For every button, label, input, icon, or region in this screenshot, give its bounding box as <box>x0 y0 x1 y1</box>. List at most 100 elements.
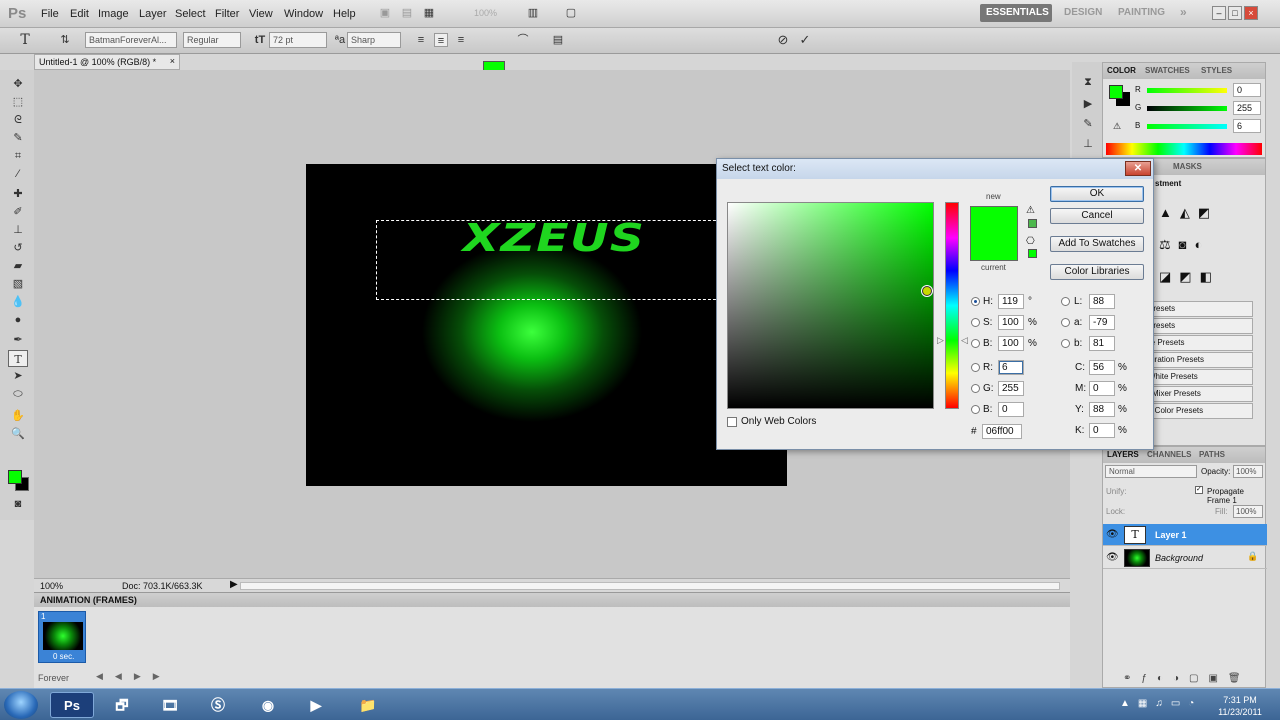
taskbar-clock[interactable]: 7:31 PM 11/23/2011 <box>1210 694 1270 718</box>
crop-tool-icon[interactable]: ⌗ <box>8 148 28 165</box>
path-select-tool-icon[interactable]: ➤ <box>8 368 28 385</box>
adjustment-icons-row-1[interactable]: ▲◭◩ <box>1159 205 1218 221</box>
black-field[interactable]: 0 <box>1089 423 1115 438</box>
character-panel-icon[interactable]: ▤ <box>551 33 565 47</box>
extras-icon[interactable]: ▦ <box>422 6 436 20</box>
tab-styles[interactable]: STYLES <box>1201 66 1232 75</box>
red-field[interactable]: 6 <box>998 360 1024 375</box>
text-orientation-icon[interactable]: ⇅ <box>58 33 72 47</box>
taskbar-explorer-icon[interactable]: 🗗 <box>100 692 144 718</box>
brightness-field[interactable]: 100 <box>998 336 1024 351</box>
tab-layers[interactable]: LAYERS <box>1107 450 1139 459</box>
frame-delay[interactable]: 0 sec. <box>53 652 74 661</box>
playback-controls-icon[interactable]: ◀◀▶▶ <box>96 671 172 682</box>
ok-button[interactable]: OK <box>1050 186 1144 202</box>
align-center-icon[interactable]: ≡ <box>434 33 448 47</box>
cancel-button[interactable]: Cancel <box>1050 208 1144 224</box>
start-button[interactable] <box>4 691 38 719</box>
menu-file[interactable]: File <box>41 8 59 20</box>
menu-edit[interactable]: Edit <box>70 8 89 20</box>
history-brush-tool-icon[interactable]: ↺ <box>8 240 28 257</box>
color-picker-marker[interactable] <box>922 286 932 296</box>
font-size-field[interactable]: 72 pt <box>269 32 327 48</box>
brightness-radio[interactable] <box>971 339 980 348</box>
mini-bridge-icon[interactable]: ▤ <box>400 6 414 20</box>
lasso-tool-icon[interactable]: ᘓ <box>8 112 28 129</box>
yellow-field[interactable]: 88 <box>1089 402 1115 417</box>
history-panel-icon[interactable]: ⧗ <box>1078 74 1098 91</box>
foreground-color-swatch[interactable] <box>8 470 22 484</box>
visibility-eye-icon[interactable]: 👁 <box>1106 552 1119 563</box>
propagate-checkbox[interactable]: ✓ <box>1195 486 1203 494</box>
antialias-select[interactable]: Sharp <box>347 32 401 48</box>
screen-mode-icon[interactable]: ▢ <box>564 6 578 20</box>
eyedropper-tool-icon[interactable]: ⁄ <box>8 166 28 183</box>
cancel-edits-icon[interactable]: ⊘ <box>776 33 790 47</box>
preset-item[interactable]: re Presets <box>1143 335 1253 351</box>
tab-channels[interactable]: CHANNELS <box>1147 450 1191 459</box>
align-right-icon[interactable]: ≡ <box>454 33 468 47</box>
move-tool-icon[interactable]: ✥ <box>8 76 28 93</box>
preset-item[interactable]: Presets <box>1143 318 1253 334</box>
preset-item[interactable]: l Mixer Presets <box>1143 386 1253 402</box>
magenta-field[interactable]: 0 <box>1089 381 1115 396</box>
hex-field[interactable]: 06ff00 <box>982 424 1022 439</box>
cyan-field[interactable]: 56 <box>1089 360 1115 375</box>
taskbar-folder-icon[interactable]: 📁 <box>346 692 390 718</box>
lab-b-field[interactable]: 81 <box>1089 336 1115 351</box>
preset-item[interactable]: White Presets <box>1143 369 1253 385</box>
channel-g-slider[interactable] <box>1147 106 1227 111</box>
tab-masks[interactable]: MASKS <box>1173 162 1202 171</box>
align-left-icon[interactable]: ≡ <box>414 33 428 47</box>
document-canvas[interactable]: XZEUS <box>306 164 787 486</box>
zoom-level[interactable]: 100% <box>474 8 497 18</box>
fill-field[interactable]: 100% <box>1233 505 1263 518</box>
status-zoom[interactable]: 100% <box>40 581 63 591</box>
zoom-tool-icon[interactable]: 🔍 <box>8 426 28 443</box>
menu-select[interactable]: Select <box>175 8 206 20</box>
close-button[interactable]: × <box>1244 6 1258 20</box>
add-to-swatches-button[interactable]: Add To Swatches <box>1050 236 1144 252</box>
animation-frame[interactable]: 1 0 sec. <box>38 611 86 663</box>
channel-r-value[interactable]: 0 <box>1233 83 1261 97</box>
opacity-field[interactable]: 100% <box>1233 465 1263 478</box>
actions-panel-icon[interactable]: ▶ <box>1078 96 1098 113</box>
hue-radio[interactable] <box>971 297 980 306</box>
lab-l-radio[interactable] <box>1061 297 1070 306</box>
workspace-design[interactable]: DESIGN <box>1058 4 1108 22</box>
color-spectrum-ramp[interactable] <box>1106 143 1262 155</box>
green-field[interactable]: 255 <box>998 381 1024 396</box>
minimize-button[interactable]: – <box>1212 6 1226 20</box>
marquee-tool-icon[interactable]: ⬚ <box>8 94 28 111</box>
layer-name[interactable]: Background <box>1155 553 1203 563</box>
tool-presets-icon[interactable]: ✎ <box>1078 116 1098 133</box>
blur-tool-icon[interactable]: 💧 <box>8 294 28 311</box>
taskbar-player-icon[interactable]: ▶ <box>294 692 338 718</box>
hue-arrow-left-icon[interactable]: ▷ <box>937 335 944 346</box>
preset-item[interactable]: a Color Presets <box>1143 403 1253 419</box>
workspace-painting[interactable]: PAINTING <box>1112 4 1171 22</box>
taskbar-skype-icon[interactable]: Ⓢ <box>196 692 240 718</box>
blend-mode-select[interactable]: Normal <box>1105 465 1197 478</box>
commit-edits-icon[interactable]: ✓ <box>798 33 812 47</box>
tab-swatches[interactable]: SWATCHES <box>1145 66 1190 75</box>
channel-g-value[interactable]: 255 <box>1233 101 1261 115</box>
red-radio[interactable] <box>971 363 980 372</box>
menu-help[interactable]: Help <box>333 8 356 20</box>
channel-r-slider[interactable] <box>1147 88 1227 93</box>
web-safe-icon[interactable]: ⎔ <box>1026 236 1035 247</box>
adjustment-icons-row-2[interactable]: ⚖◙◐ <box>1159 237 1210 253</box>
dodge-tool-icon[interactable]: ● <box>8 312 28 329</box>
gradient-tool-icon[interactable]: ▧ <box>8 276 28 293</box>
lab-a-field[interactable]: -79 <box>1089 315 1115 330</box>
lab-b-radio[interactable] <box>1061 339 1070 348</box>
saturation-brightness-field[interactable] <box>727 202 934 409</box>
type-tool-icon[interactable]: T <box>18 33 32 47</box>
system-tray-icons[interactable]: ▲▦♫▭◔ <box>1120 698 1202 709</box>
document-tab[interactable]: Untitled-1 @ 100% (RGB/8) * × <box>34 54 180 70</box>
hue-slider[interactable] <box>945 202 959 409</box>
clone-source-icon[interactable]: ⊥ <box>1078 136 1098 153</box>
dialog-close-button[interactable]: ✕ <box>1125 161 1151 176</box>
web-safe-swatch[interactable] <box>1028 249 1037 258</box>
blue-radio[interactable] <box>971 405 980 414</box>
